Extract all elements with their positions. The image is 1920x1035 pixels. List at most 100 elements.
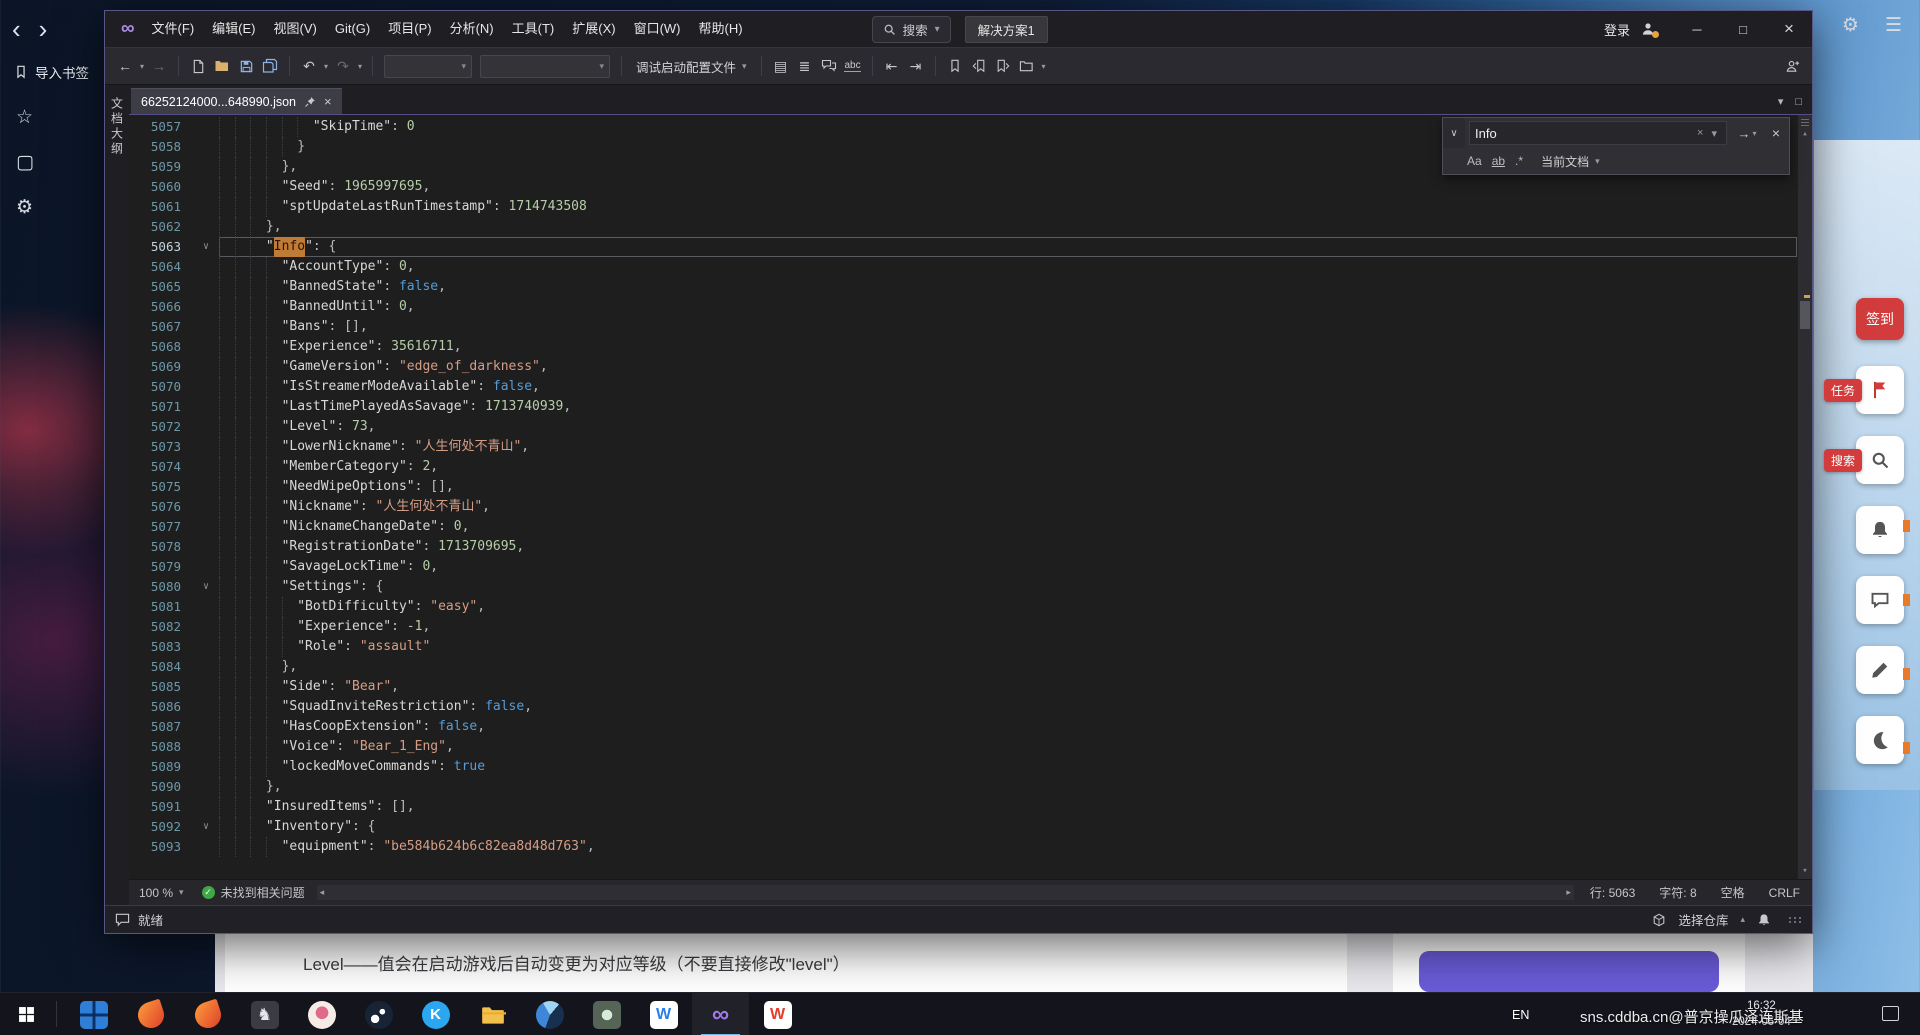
line-number[interactable]: 5088	[129, 737, 193, 757]
line-number[interactable]: 5079	[129, 557, 193, 577]
document-tab[interactable]: 66252124000...648990.json ×	[131, 88, 342, 114]
feedback-icon[interactable]	[1781, 54, 1803, 78]
document-outline-tab[interactable]: 文档大纲	[105, 85, 129, 905]
save-icon[interactable]	[235, 54, 257, 78]
input-language-indicator[interactable]: EN	[1512, 993, 1529, 1035]
menu-t[interactable]: 工具(T)	[503, 11, 564, 47]
line-number[interactable]: 5089	[129, 757, 193, 777]
menu-v[interactable]: 视图(V)	[265, 11, 326, 47]
find-input[interactable]: Info × ▾	[1469, 121, 1727, 145]
line-number[interactable]: 5090	[129, 777, 193, 797]
line-number[interactable]: 5085	[129, 677, 193, 697]
code-line[interactable]: 5091"InsuredItems": [],	[129, 797, 1797, 817]
line-number[interactable]: 5091	[129, 797, 193, 817]
menu-w[interactable]: 窗口(W)	[625, 11, 690, 47]
line-number[interactable]: 5075	[129, 477, 193, 497]
code-line[interactable]: 5066"BannedUntil": 0,	[129, 297, 1797, 317]
code-line[interactable]: 5064"AccountType": 0,	[129, 257, 1797, 277]
new-file-icon[interactable]	[187, 54, 209, 78]
code-line[interactable]: 5070"IsStreamerModeAvailable": false,	[129, 377, 1797, 397]
sidebar-checkin-button[interactable]: 签到	[1856, 298, 1904, 340]
pin-icon[interactable]	[304, 96, 316, 108]
zoom-dropdown[interactable]: 100 % ▾	[129, 886, 194, 900]
import-bookmarks-button[interactable]: 导入书签	[14, 62, 89, 82]
chat-icon[interactable]	[1856, 576, 1904, 624]
account-button[interactable]	[1640, 21, 1656, 37]
start-button[interactable]	[0, 993, 52, 1035]
comments-icon[interactable]	[818, 54, 840, 78]
menu-p[interactable]: 项目(P)	[379, 11, 440, 47]
code-line[interactable]: 5077"NicknameChangeDate": 0,	[129, 517, 1797, 537]
match-case-toggle[interactable]: Aa	[1467, 154, 1482, 168]
moon-icon[interactable]	[1856, 716, 1904, 764]
favorites-star-icon[interactable]: ☆	[16, 106, 34, 129]
tab-close-icon[interactable]: ×	[324, 94, 332, 109]
sidebar-edit[interactable]	[1856, 646, 1904, 694]
taskbar-app-ms-store[interactable]	[65, 993, 122, 1035]
code-line[interactable]: 5086"SquadInviteRestriction": false,	[129, 697, 1797, 717]
code-line[interactable]: 5060"Seed": 1965997695,	[129, 177, 1797, 197]
bell-icon[interactable]	[1757, 913, 1771, 927]
line-number[interactable]: 5080	[129, 577, 193, 597]
line-number[interactable]: 5077	[129, 517, 193, 537]
sidebar-messages[interactable]	[1856, 576, 1904, 624]
taskbar-app-wps[interactable]: W	[749, 993, 806, 1035]
line-number[interactable]: 5084	[129, 657, 193, 677]
float-window-icon[interactable]: □	[1795, 96, 1802, 108]
select-repo-button[interactable]: 选择仓库	[1678, 910, 1728, 929]
solution-badge[interactable]: 解决方案1	[965, 16, 1048, 43]
page-gear-icon[interactable]: ⚙	[1842, 14, 1859, 37]
find-clear-icon[interactable]: ×	[1693, 127, 1707, 139]
feedback-bubble-icon[interactable]	[115, 912, 130, 927]
line-number[interactable]: 5057	[129, 117, 193, 137]
taskbar-app-game-autumn-2[interactable]	[179, 993, 236, 1035]
taskbar-app-file-explorer[interactable]	[464, 993, 521, 1035]
line-number[interactable]: 5082	[129, 617, 193, 637]
line-number[interactable]: 5083	[129, 637, 193, 657]
code-line[interactable]: 5085"Side": "Bear",	[129, 677, 1797, 697]
toolbar-combobox-1[interactable]: ▾	[384, 55, 472, 78]
indent-decrease-icon[interactable]: ⇤	[881, 54, 903, 78]
whole-word-toggle[interactable]: ab	[1492, 154, 1505, 168]
eol-indicator[interactable]: CRLF	[1757, 886, 1812, 900]
line-number[interactable]: 5078	[129, 537, 193, 557]
menu-h[interactable]: 帮助(H)	[690, 11, 752, 47]
taskbar-app-game-box[interactable]	[578, 993, 635, 1035]
spell-check-icon[interactable]: abc	[842, 54, 864, 78]
scroll-right-icon[interactable]: ▸	[1566, 887, 1571, 898]
collections-icon[interactable]: ▢	[16, 151, 34, 174]
open-file-icon[interactable]	[211, 54, 233, 78]
sidebar-night-mode[interactable]	[1856, 716, 1904, 764]
resize-grip[interactable]	[1789, 917, 1802, 923]
save-all-icon[interactable]	[259, 54, 281, 78]
menu-n[interactable]: 分析(N)	[441, 11, 503, 47]
line-number[interactable]: 5069	[129, 357, 193, 377]
flag-icon[interactable]	[1856, 366, 1904, 414]
webpage-purple-button[interactable]	[1419, 951, 1719, 992]
line-number[interactable]: 5063	[129, 237, 193, 257]
taskbar-app-kook[interactable]: K	[407, 993, 464, 1035]
window-columns-icon[interactable]: ▤	[770, 54, 792, 78]
code-line[interactable]: 5069"GameVersion": "edge_of_darkness",	[129, 357, 1797, 377]
find-history-chevron-icon[interactable]: ▾	[1707, 127, 1721, 140]
vertical-scrollbar[interactable]: ▴ ▾	[1797, 115, 1812, 879]
menu-f[interactable]: 文件(F)	[143, 11, 204, 47]
scroll-up-icon[interactable]: ▴	[1798, 128, 1812, 140]
line-number[interactable]: 5072	[129, 417, 193, 437]
navigate-back-icon[interactable]: ←	[114, 54, 136, 78]
code-line[interactable]: 5092∨"Inventory": {	[129, 817, 1797, 837]
find-close-button[interactable]: ×	[1763, 125, 1789, 141]
indent-increase-icon[interactable]: ⇥	[905, 54, 927, 78]
maximize-button[interactable]: □	[1720, 11, 1766, 47]
sidebar-notifications[interactable]	[1856, 506, 1904, 554]
sign-in-button[interactable]: 登录	[1604, 20, 1630, 39]
code-line[interactable]: 5080∨"Settings": {	[129, 577, 1797, 597]
taskbar-app-steam[interactable]	[350, 993, 407, 1035]
column-indicator[interactable]: 字符: 8	[1647, 886, 1708, 900]
bookmark-folder-icon[interactable]	[1016, 54, 1038, 78]
taskbar-app-app-round[interactable]	[293, 993, 350, 1035]
code-line[interactable]: 5079"SavageLockTime": 0,	[129, 557, 1797, 577]
code-line[interactable]: 5062},	[129, 217, 1797, 237]
code-line[interactable]: 5087"HasCoopExtension": false,	[129, 717, 1797, 737]
line-number[interactable]: 5061	[129, 197, 193, 217]
